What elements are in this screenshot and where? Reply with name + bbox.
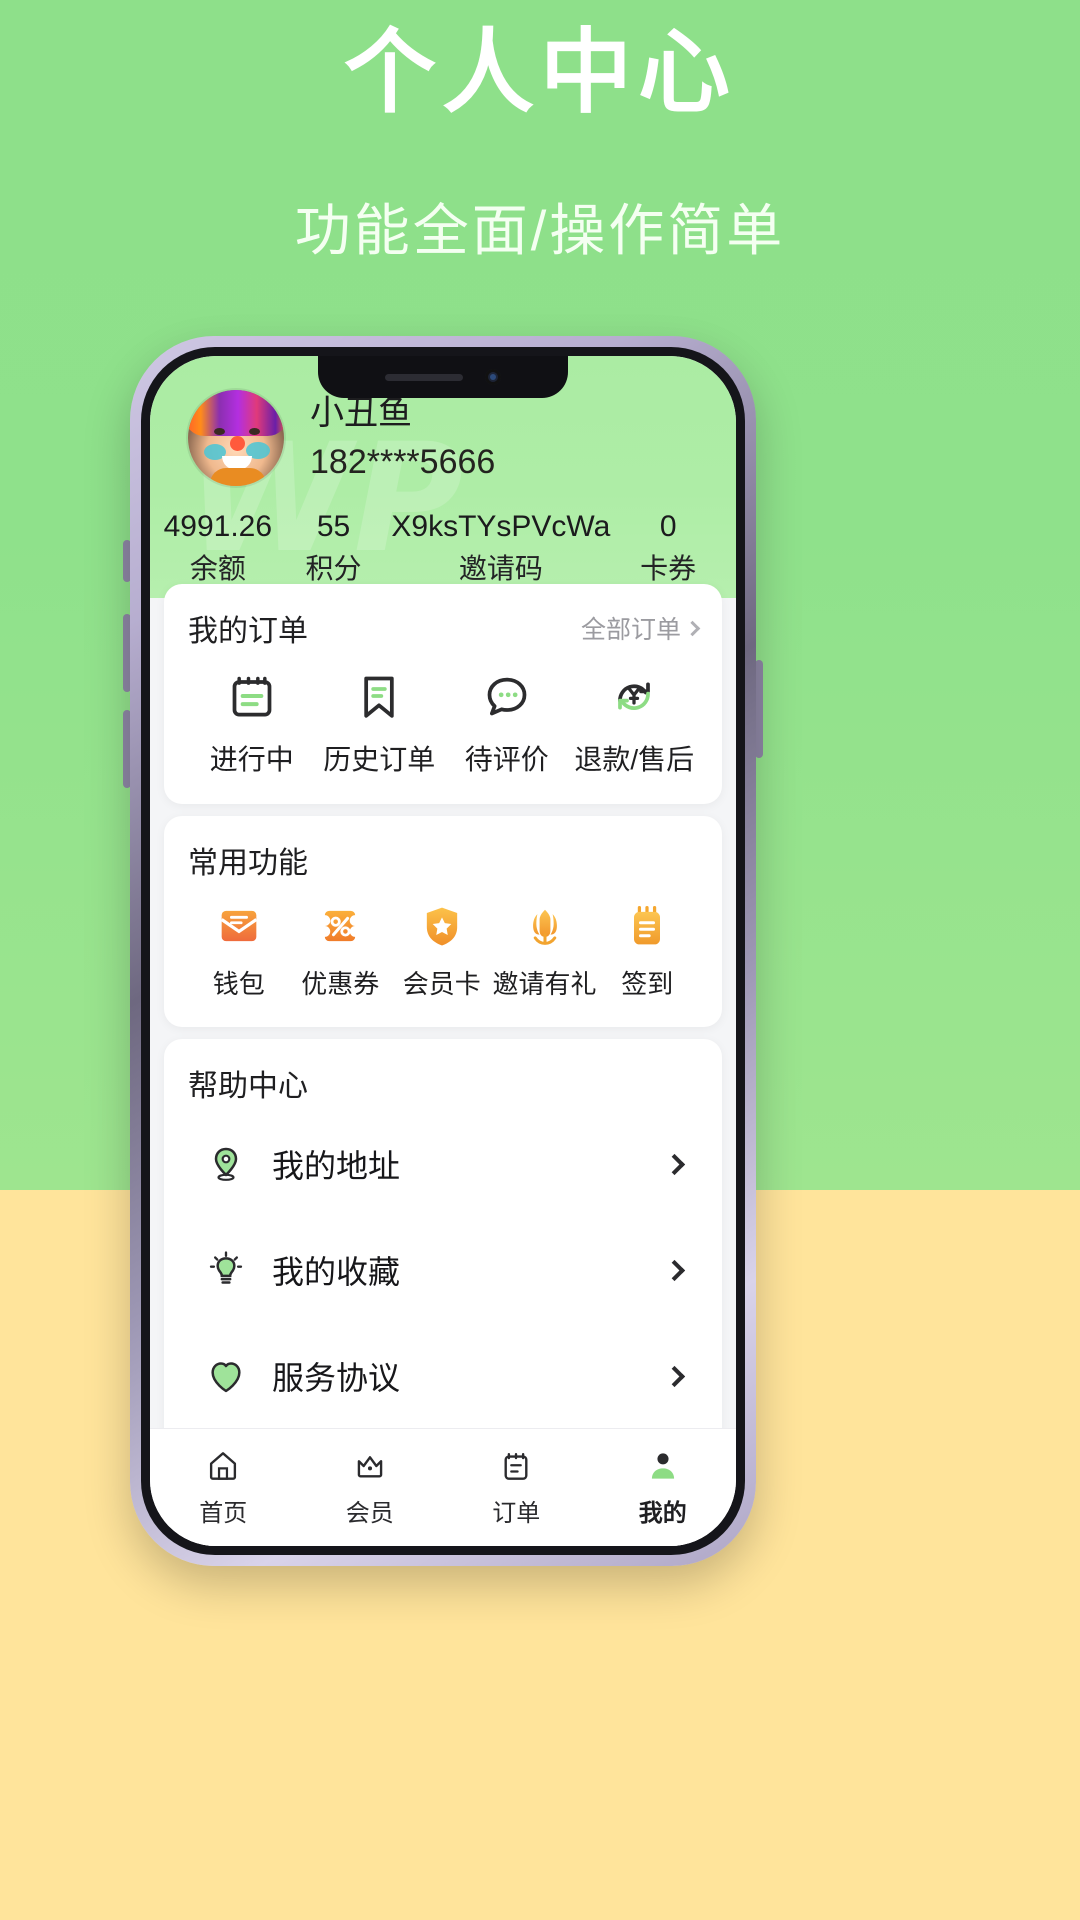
front-camera-icon [485, 369, 501, 385]
help-item-label: 服务协议 [272, 1360, 401, 1396]
help-item-service-agreement[interactable]: 服务协议 [188, 1323, 698, 1429]
home-icon [210, 1452, 237, 1480]
bookmark-icon [364, 676, 394, 718]
phone-mockup: WP 小丑鱼 182****5666 4991.26 余额 55 积分 X9ks… [130, 336, 756, 1566]
order-item-label: 历史订单 [323, 744, 436, 775]
stat-label: 积分 [305, 553, 362, 584]
phone-notch [318, 356, 568, 398]
phone-screen: WP 小丑鱼 182****5666 4991.26 余额 55 积分 X9ks… [150, 356, 736, 1546]
chevron-right-icon [663, 1153, 686, 1175]
help-item-my-address[interactable]: 我的地址 [188, 1111, 698, 1217]
function-item-wallet[interactable]: 钱包 [188, 900, 290, 1001]
orders-card: 我的订单 全部订单 进行中 历史订单 待评价 退款/售后 [164, 584, 722, 804]
order-item-history[interactable]: 历史订单 [316, 668, 444, 778]
chevron-right-icon [663, 1365, 686, 1387]
promo-subtitle: 功能全面/操作简单 [294, 199, 786, 262]
stat-value: 4991.26 [163, 510, 273, 543]
function-item-member-card[interactable]: 会员卡 [391, 900, 493, 1001]
function-item-label: 优惠券 [301, 969, 380, 999]
profile-phone: 182****5666 [310, 443, 496, 481]
order-item-label: 进行中 [209, 744, 294, 775]
order-item-pending-review[interactable]: 待评价 [443, 668, 571, 778]
function-item-invite-gift[interactable]: 邀请有礼 [493, 900, 597, 1001]
help-item-label: 我的收藏 [272, 1254, 401, 1290]
tab-label: 我的 [638, 1500, 687, 1527]
earpiece-speaker [385, 373, 463, 381]
refund-yen-icon [618, 682, 651, 710]
heart-shield-icon [211, 1362, 241, 1393]
tab-label: 会员 [345, 1500, 394, 1527]
help-title: 帮助中心 [188, 1070, 308, 1103]
function-item-label: 签到 [621, 969, 674, 999]
stat-label: 余额 [189, 553, 246, 584]
stat-points[interactable]: 55 积分 [276, 508, 392, 588]
stat-value: X9ksTYsPVcWa [391, 510, 611, 543]
comment-icon [487, 677, 527, 716]
stat-invite-code[interactable]: X9ksTYsPVcWa 邀请码 [391, 508, 610, 588]
clipboard-icon [232, 676, 272, 717]
stat-balance[interactable]: 4991.26 余额 [160, 508, 276, 588]
person-icon [651, 1453, 674, 1479]
order-item-label: 退款/售后 [574, 744, 695, 775]
functions-card: 常用功能 钱包 优惠券 会员卡 邀请有礼 签到 [164, 816, 722, 1027]
help-item-label: 我的地址 [272, 1148, 401, 1184]
tab-mine[interactable]: 我的 [590, 1447, 737, 1528]
function-item-label: 会员卡 [402, 969, 481, 999]
order-item-refund[interactable]: 退款/售后 [571, 668, 699, 778]
functions-title: 常用功能 [188, 847, 308, 880]
tab-member[interactable]: 会员 [297, 1447, 444, 1528]
tab-orders[interactable]: 订单 [443, 1447, 590, 1528]
promo-title: 个人中心 [343, 19, 736, 126]
stat-label: 卡券 [640, 553, 697, 584]
stat-coupons[interactable]: 0 卡券 [610, 508, 726, 588]
stats-row: 4991.26 余额 55 积分 X9ksTYsPVcWa 邀请码 0 卡券 [150, 508, 736, 588]
tab-label: 订单 [492, 1500, 541, 1527]
order-item-label: 待评价 [464, 744, 549, 775]
wallet-envelope-icon [220, 910, 258, 942]
lightbulb-icon [209, 1251, 243, 1284]
function-item-checkin[interactable]: 签到 [597, 900, 699, 1001]
stat-value: 0 [659, 510, 677, 543]
stat-value: 55 [316, 510, 351, 543]
avatar[interactable] [188, 390, 284, 486]
location-pin-icon [214, 1147, 238, 1181]
function-item-label: 钱包 [212, 969, 265, 999]
all-orders-link[interactable]: 全部订单 [580, 610, 701, 646]
chevron-right-icon [684, 620, 701, 636]
function-item-coupon[interactable]: 优惠券 [290, 900, 392, 1001]
tulip-icon [532, 909, 557, 945]
help-item-my-favorites[interactable]: 我的收藏 [188, 1217, 698, 1323]
crown-icon [357, 1456, 383, 1478]
stat-label: 邀请码 [458, 553, 543, 584]
order-list-icon [504, 1452, 528, 1480]
tab-home[interactable]: 首页 [150, 1447, 297, 1528]
coupon-percent-icon [325, 910, 356, 942]
orders-title: 我的订单 [188, 615, 308, 648]
function-item-label: 邀请有礼 [492, 969, 597, 999]
bottom-tabbar: 首页 会员 订单 我的 [150, 1428, 736, 1546]
phone-power-button [755, 660, 763, 758]
checkin-clipboard-icon [634, 905, 661, 945]
order-item-in-progress[interactable]: 进行中 [188, 668, 316, 778]
all-orders-label: 全部订单 [580, 616, 681, 644]
shield-star-icon [426, 907, 457, 946]
chevron-right-icon [663, 1259, 686, 1281]
tab-label: 首页 [199, 1500, 248, 1527]
